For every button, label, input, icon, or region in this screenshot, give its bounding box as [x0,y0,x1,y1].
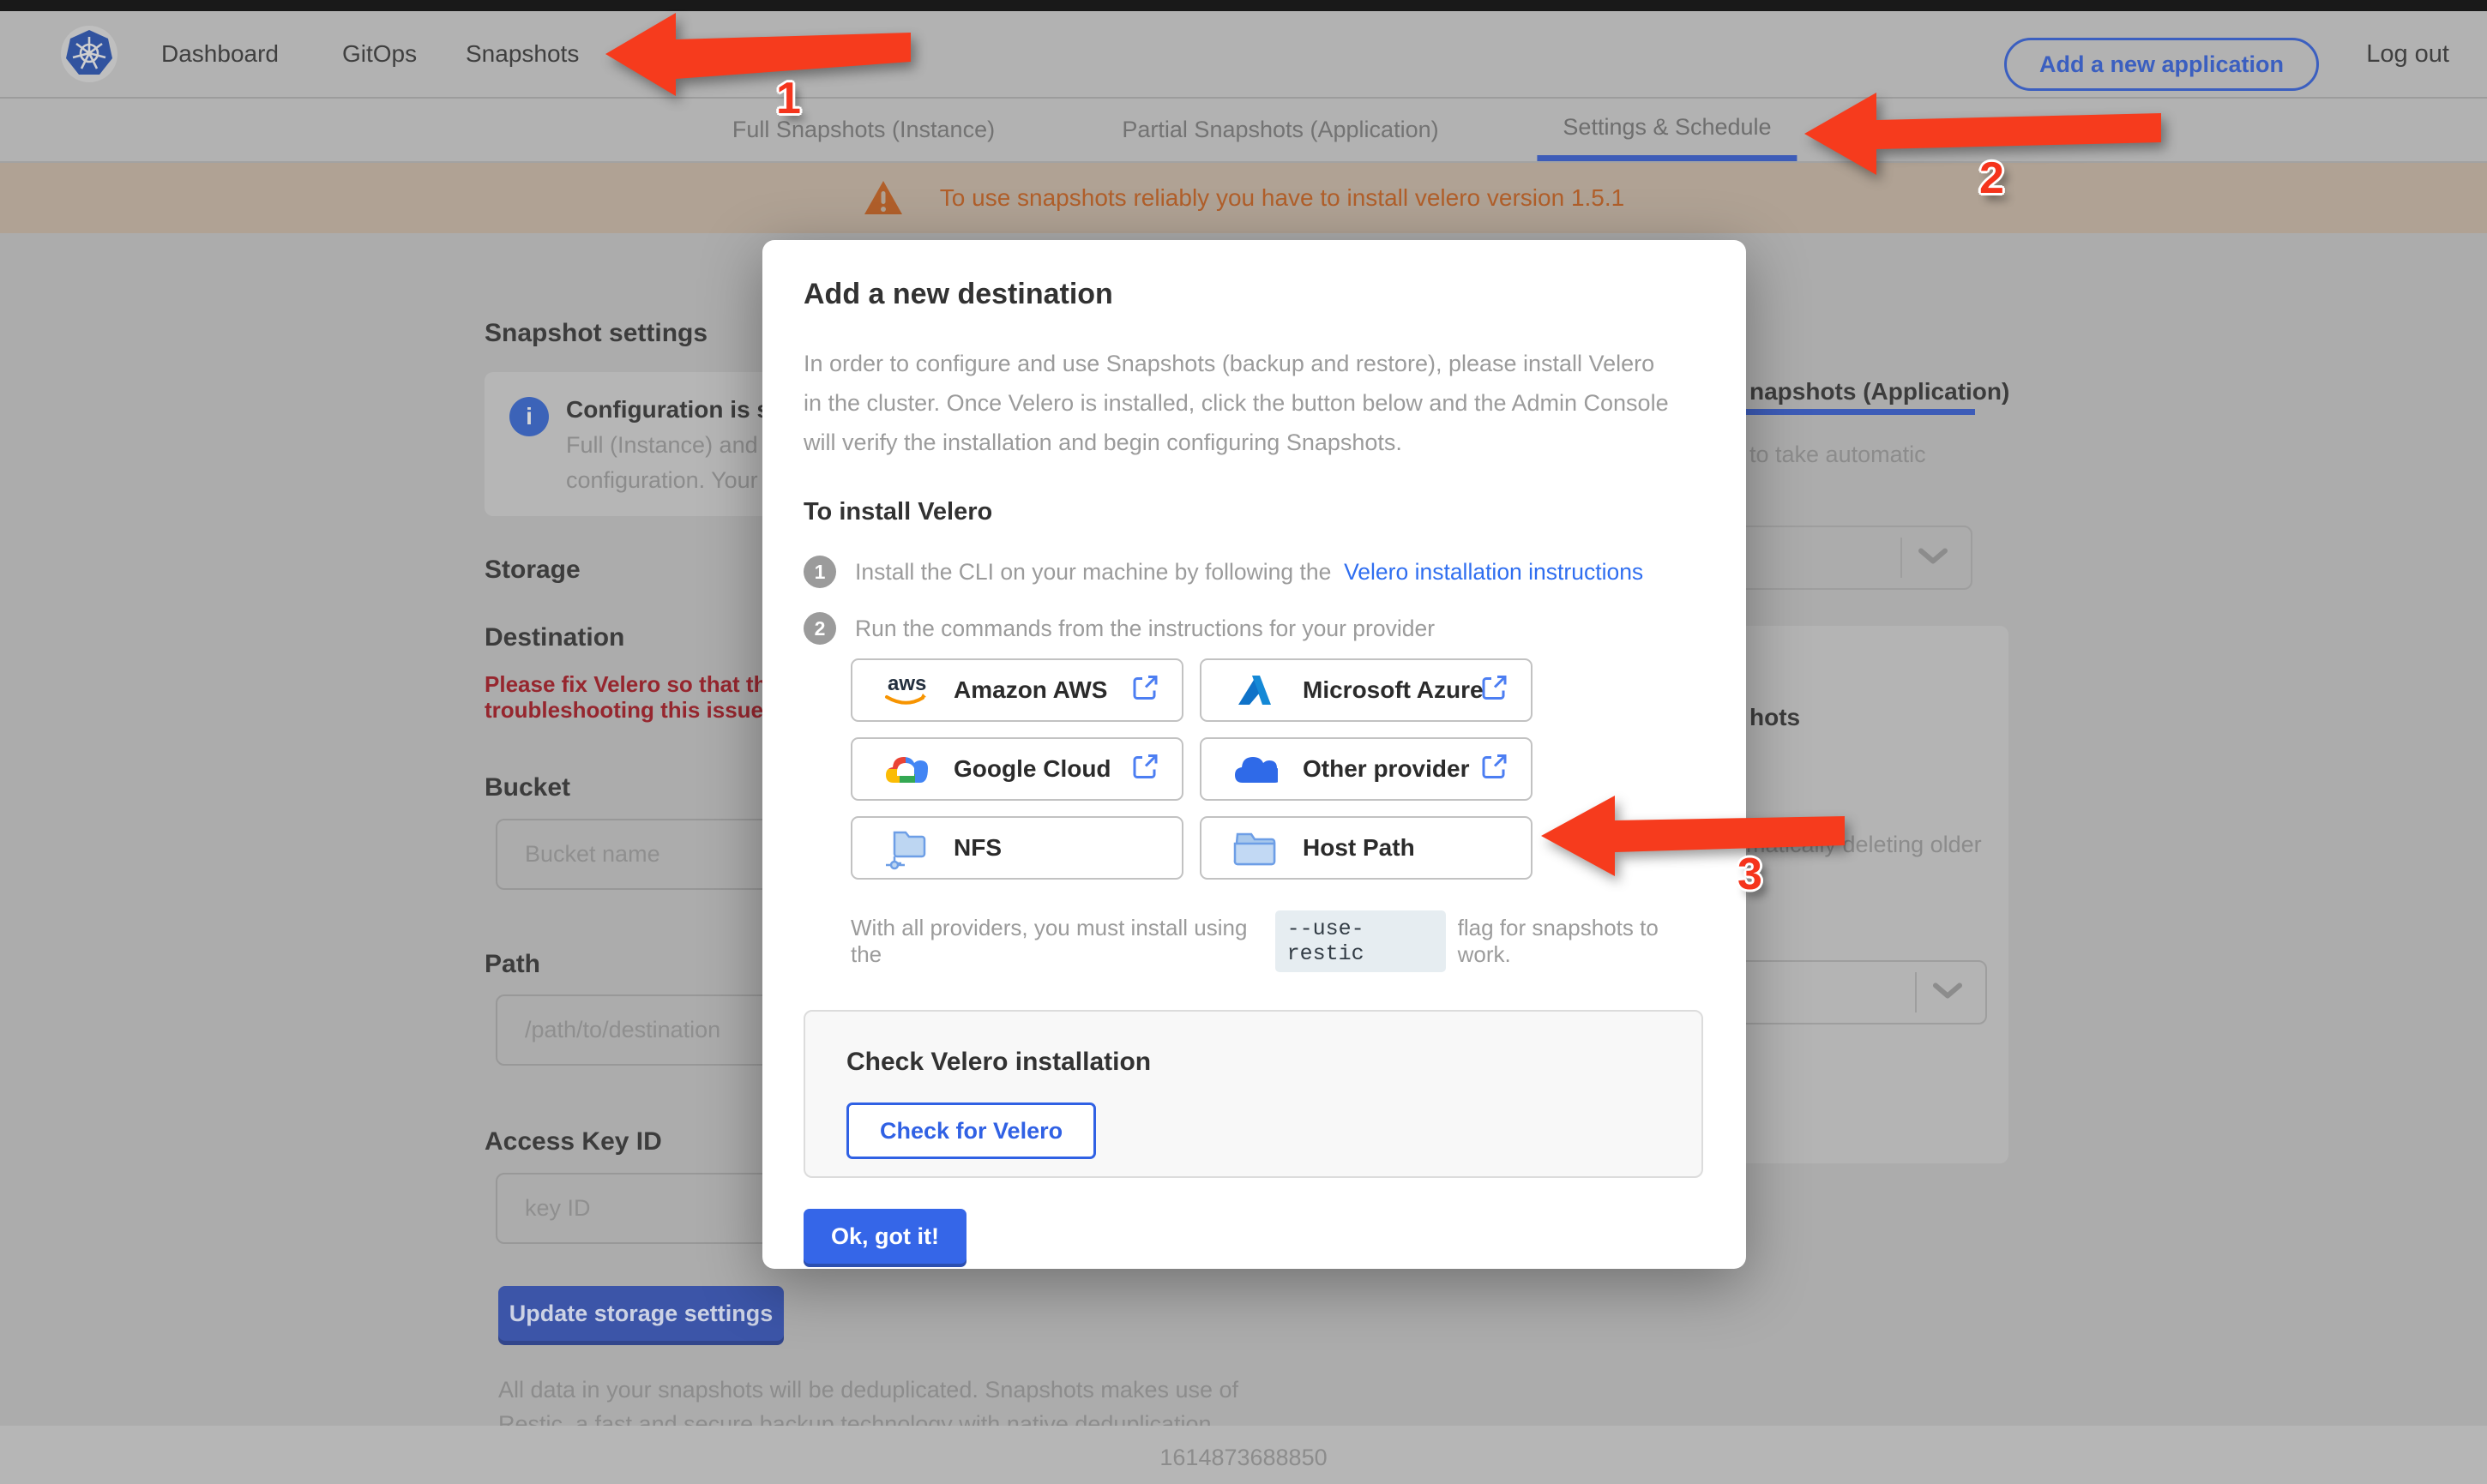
check-velero-title: Check Velero installation [846,1048,1152,1076]
retention-heading: hots [1749,704,1801,730]
provider-host-path[interactable]: Host Path [1200,816,1533,880]
access-key-label: Access Key ID [485,1127,662,1156]
provider-label: Other provider [1303,755,1470,782]
install-velero-heading: To install Velero [804,498,993,526]
restic-note: With all providers, you must install usi… [851,910,1705,972]
provider-google-cloud[interactable]: Google Cloud [851,737,1183,801]
chevron-down-icon [1916,545,1950,570]
timestamp-text: 1614873688850 [1159,1445,1328,1470]
step-2-badge: 2 [804,612,836,645]
bucket-label: Bucket [485,773,571,802]
check-velero-box: Check Velero installation Check for Vele… [804,1010,1703,1178]
external-link-icon [1479,753,1508,786]
window-top-strip [0,0,2487,11]
storage-heading: Storage [485,556,581,584]
page-title: Snapshot settings [485,319,708,347]
info-icon: i [509,397,549,436]
select-divider [1915,972,1917,1012]
warning-icon [863,179,904,217]
cloud-icon [1227,752,1282,786]
velero-error-line1: Please fix Velero so that th [485,671,768,697]
tab-partial-snapshots[interactable]: Partial Snapshots (Application) [1096,99,1464,161]
nav-item-dashboard[interactable]: Dashboard [161,11,279,97]
update-storage-settings-button[interactable]: Update storage settings [498,1286,784,1341]
provider-nfs[interactable]: NFS [851,816,1183,880]
provider-label: NFS [954,834,1002,861]
external-link-icon [1130,753,1159,786]
azure-icon [1227,672,1282,708]
ok-got-it-button[interactable]: Ok, got it! [804,1209,966,1264]
right-auto-text: to take automatic [1749,442,1926,467]
step-2-text: Run the commands from the instructions f… [855,616,1436,641]
provider-label: Google Cloud [954,755,1111,782]
right-tab-active-underline [1743,409,1975,415]
nfs-icon [878,826,933,870]
banner-text: To use snapshots reliably you have to in… [939,184,1625,211]
check-for-velero-button[interactable]: Check for Velero [846,1102,1097,1159]
snapshots-tabbar: Full Snapshots (Instance) Partial Snapsh… [0,99,2487,163]
aws-icon: aws [878,671,933,709]
right-tab-partial-label[interactable]: napshots (Application) [1749,378,2009,406]
velero-instructions-link[interactable]: Velero installation instructions [1344,559,1643,585]
modal-description: In order to configure and use Snapshots … [804,351,1669,455]
provider-label: Microsoft Azure [1303,676,1484,703]
provider-other[interactable]: Other provider [1200,737,1533,801]
tab-full-snapshots[interactable]: Full Snapshots (Instance) [707,99,1021,161]
add-application-button[interactable]: Add a new application [2003,38,2319,91]
svg-text:aws: aws [888,672,926,695]
top-navbar: Dashboard GitOps Snapshots Add a new app… [0,11,2487,111]
destination-heading: Destination [485,623,625,652]
logout-button[interactable]: Log out [2366,11,2449,97]
info-callout-title: Configuration is sh [566,396,786,423]
step-1-badge: 1 [804,556,836,588]
google-cloud-icon [878,750,933,788]
provider-label: Amazon AWS [954,676,1108,703]
provider-grid: aws Amazon AWS Microsoft Azure Google Cl… [851,658,1705,880]
chevron-down-icon [1930,980,1965,1005]
folder-icon [1227,829,1282,867]
provider-amazon-aws[interactable]: aws Amazon AWS [851,658,1183,722]
step-1-text: Install the CLI on your machine by follo… [855,559,1644,585]
select-divider [1900,538,1902,578]
path-label: Path [485,950,541,978]
provider-label: Host Path [1303,834,1415,861]
provider-microsoft-azure[interactable]: Microsoft Azure [1200,658,1533,722]
kubernetes-logo [60,25,118,83]
external-link-icon [1130,674,1159,707]
retention-text: matically deleting older [1746,832,1982,857]
dedup-footnote-line1: All data in your snapshots will be dedup… [498,1377,1239,1403]
tab-settings-schedule[interactable]: Settings & Schedule [1537,99,1798,161]
app-window: Dashboard GitOps Snapshots Add a new app… [0,0,2487,1484]
nav-item-snapshots[interactable]: Snapshots [466,11,579,97]
velero-warning-banner: To use snapshots reliably you have to in… [0,163,2487,233]
modal-title: Add a new destination [804,278,1113,310]
external-link-icon [1479,674,1508,707]
add-destination-modal: Add a new destination In order to config… [762,240,1746,1269]
nav-item-gitops[interactable]: GitOps [342,11,417,97]
velero-error-line2: troubleshooting this issue [485,697,764,723]
use-restic-code-chip: --use-restic [1274,910,1446,972]
